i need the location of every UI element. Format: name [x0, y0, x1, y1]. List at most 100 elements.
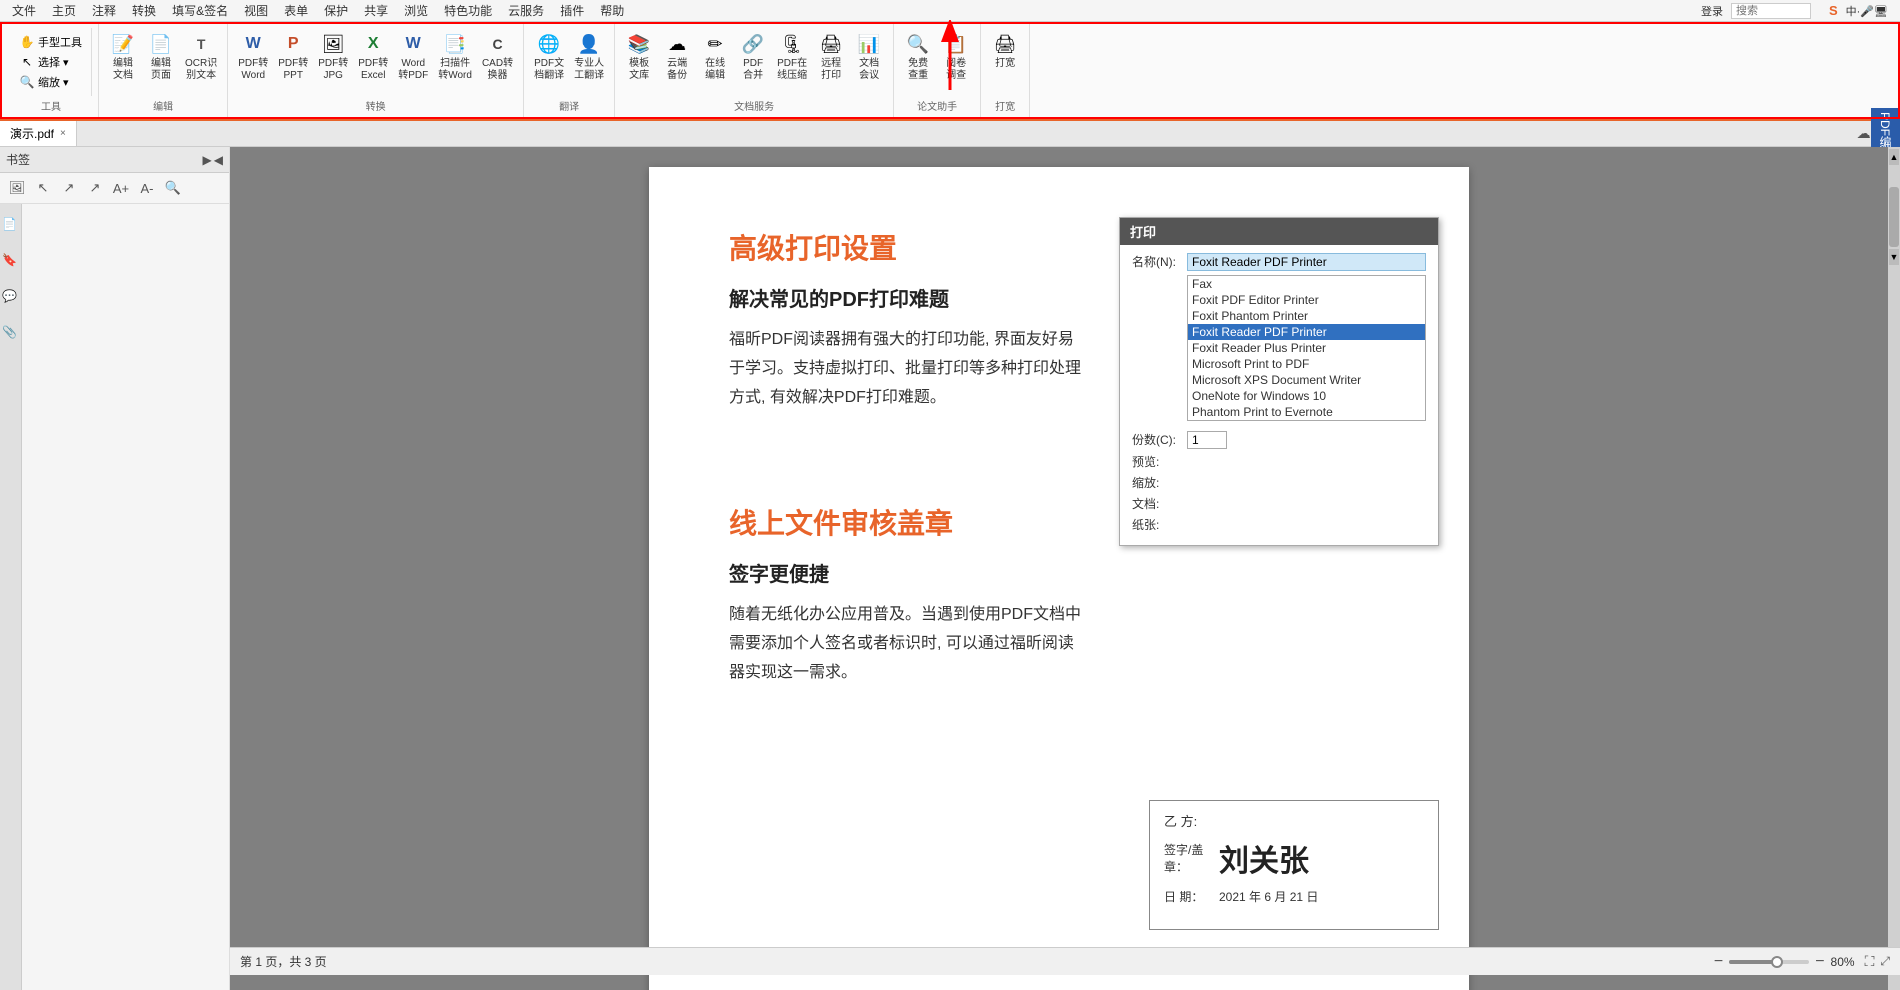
login-btn[interactable]: 登录: [1701, 3, 1723, 19]
pdf-to-excel-btn[interactable]: X PDF转Excel: [354, 28, 392, 84]
pdf-translate-btn[interactable]: 🌐 PDF文档翻译: [530, 28, 568, 84]
printer-foxit-plus[interactable]: Foxit Reader Plus Printer: [1188, 340, 1425, 356]
printer-foxit-editor[interactable]: Foxit PDF Editor Printer: [1188, 292, 1425, 308]
printer-fax[interactable]: Fax: [1188, 276, 1425, 292]
signature-sign-row: 签字/盖章： 刘关张: [1164, 836, 1424, 880]
template-btn[interactable]: 📚 模板文库: [621, 28, 657, 84]
edit-page-icon: 📄: [147, 30, 175, 58]
free-check-btn[interactable]: 🔍 免费查重: [900, 28, 936, 84]
tab-bar: 演示.pdf × ☁ 🔄 PDF编辑器: [0, 121, 1900, 147]
print-btn[interactable]: 🖨 打宽: [987, 28, 1023, 72]
template-icon: 📚: [625, 30, 653, 58]
menu-fill-sign[interactable]: 填写&签名: [164, 0, 236, 21]
cloud-backup-btn[interactable]: ☁ 云端备份: [659, 28, 695, 84]
menu-file[interactable]: 文件: [4, 0, 44, 21]
sidebar-fontup-btn[interactable]: A+: [110, 177, 132, 199]
menu-form[interactable]: 表单: [276, 0, 316, 21]
pro-translate-icon: 👤: [575, 30, 603, 58]
fit-btn[interactable]: ⤢: [1880, 954, 1890, 969]
scan-to-word-btn[interactable]: 📑 扫描件转Word: [434, 28, 476, 84]
pdf-translate-icon: 🌐: [535, 30, 563, 58]
remote-print-btn[interactable]: 🖨 远程打印: [813, 28, 849, 84]
menu-browse[interactable]: 浏览: [396, 0, 436, 21]
printer-foxit-phantom[interactable]: Foxit Phantom Printer: [1188, 308, 1425, 324]
zoom-minus-btn[interactable]: −: [1714, 953, 1723, 971]
doc-meeting-btn[interactable]: 📊 文档会议: [851, 28, 887, 84]
panel-btn-1[interactable]: 📄: [1, 214, 21, 234]
cad-converter-btn[interactable]: C CAD转换器: [478, 28, 517, 84]
paper-row: 纸张:: [1132, 516, 1426, 533]
sidebar-collapse-btn[interactable]: ◀: [214, 153, 223, 167]
menu-special[interactable]: 特色功能: [436, 0, 500, 21]
word-to-pdf-btn[interactable]: W Word转PDF: [394, 28, 432, 84]
pro-translate-btn[interactable]: 👤 专业人工翻译: [570, 28, 608, 84]
hand-icon: ✋: [19, 34, 35, 50]
menu-view[interactable]: 视图: [236, 0, 276, 21]
printer-ms-xps[interactable]: Microsoft XPS Document Writer: [1188, 372, 1425, 388]
panel-btn-3[interactable]: 💬: [1, 286, 21, 306]
print-list-row: Fax Foxit PDF Editor Printer Foxit Phant…: [1132, 275, 1426, 421]
select-btn[interactable]: ↖ 选择 ▾: [16, 52, 85, 72]
hand-tool-btn[interactable]: ✋ 手型工具: [16, 32, 85, 52]
zoom-btn[interactable]: 🔍 缩放 ▾: [16, 72, 85, 92]
edit-doc-btn[interactable]: 📝 编辑文档: [105, 28, 141, 84]
menu-home[interactable]: 主页: [44, 0, 84, 21]
menu-help[interactable]: 帮助: [592, 0, 632, 21]
pdf-to-jpg-btn[interactable]: 🖼 PDF转JPG: [314, 28, 352, 84]
printer-foxit-reader[interactable]: Foxit Reader PDF Printer: [1188, 324, 1425, 340]
sidebar-select3-btn[interactable]: ↗: [84, 177, 106, 199]
select-icon: ↖: [19, 54, 35, 70]
survey-btn[interactable]: 📋 阅卷调查: [938, 28, 974, 84]
pro-translate-label: 专业人工翻译: [574, 58, 604, 82]
pdf-merge-label: PDF合并: [743, 58, 763, 82]
print-name-input[interactable]: [1187, 253, 1426, 271]
edit-page-btn[interactable]: 📄 编辑页面: [143, 28, 179, 84]
menu-annotation[interactable]: 注释: [84, 0, 124, 21]
ribbon: ✋ 手型工具 ↖ 选择 ▾ 🔍 缩放 ▾ 工具: [0, 22, 1900, 121]
scroll-thumb[interactable]: [1889, 187, 1899, 247]
menu-protect[interactable]: 保护: [316, 0, 356, 21]
scan-word-icon: 📑: [441, 30, 469, 58]
ocr-btn[interactable]: T OCR识别文本: [181, 28, 221, 84]
pdf-to-word-btn[interactable]: W PDF转Word: [234, 28, 272, 84]
zoom-plus-btn[interactable]: −: [1815, 953, 1824, 971]
sidebar-search-btn[interactable]: 🔍: [162, 177, 184, 199]
menu-cloud[interactable]: 云服务: [500, 0, 552, 21]
sidebar-expand-btn[interactable]: ▶: [203, 153, 212, 167]
menu-share[interactable]: 共享: [356, 0, 396, 21]
printer-evernote[interactable]: Phantom Print to Evernote: [1188, 404, 1425, 420]
panel-btn-2[interactable]: 🔖: [1, 250, 21, 270]
search-input[interactable]: [1731, 3, 1811, 19]
copies-input[interactable]: [1187, 431, 1227, 449]
sidebar-image-btn[interactable]: 🖼: [6, 177, 28, 199]
panel-btn-4[interactable]: 📎: [1, 322, 21, 342]
pdf-merge-icon: 🔗: [739, 30, 767, 58]
pdf-excel-icon: X: [359, 30, 387, 58]
page-info: 第 1 页，共 3 页: [240, 953, 327, 970]
sidebar-select2-btn[interactable]: ↗: [58, 177, 80, 199]
word-pdf-label: Word转PDF: [398, 58, 428, 82]
active-tab[interactable]: 演示.pdf ×: [0, 121, 77, 146]
fullscreen-btn[interactable]: ⛶: [1865, 953, 1875, 970]
sidebar-fontdown-btn[interactable]: A-: [136, 177, 158, 199]
pdf-to-ppt-btn[interactable]: P PDF转PPT: [274, 28, 312, 84]
pdf-compress-btn[interactable]: 🗜 PDF在线压缩: [773, 28, 811, 84]
menu-convert[interactable]: 转换: [124, 0, 164, 21]
ribbon-group-tools: ✋ 手型工具 ↖ 选择 ▾ 🔍 缩放 ▾ 工具: [4, 24, 99, 117]
online-edit-btn[interactable]: ✏ 在线编辑: [697, 28, 733, 84]
scroll-down-btn[interactable]: ▼: [1889, 249, 1899, 265]
survey-label: 阅卷调查: [946, 58, 966, 82]
printer-onenote[interactable]: OneNote for Windows 10: [1188, 388, 1425, 404]
zoom-thumb[interactable]: [1771, 956, 1783, 968]
sidebar-select1-btn[interactable]: ↖: [32, 177, 54, 199]
tab-close-btn[interactable]: ×: [60, 128, 66, 139]
zoom-slider[interactable]: [1729, 960, 1809, 964]
pdf-scrollbar[interactable]: ▲ ▼: [1888, 147, 1900, 990]
print-printer-list[interactable]: Fax Foxit PDF Editor Printer Foxit Phant…: [1187, 275, 1426, 421]
printer-ms-pdf[interactable]: Microsoft Print to PDF: [1188, 356, 1425, 372]
menu-plugin[interactable]: 插件: [552, 0, 592, 21]
scroll-up-btn[interactable]: ▲: [1889, 149, 1899, 165]
pdf-merge-btn[interactable]: 🔗 PDF合并: [735, 28, 771, 84]
copies-row: 份数(C):: [1132, 431, 1426, 449]
scan-word-label: 扫描件转Word: [438, 58, 472, 82]
